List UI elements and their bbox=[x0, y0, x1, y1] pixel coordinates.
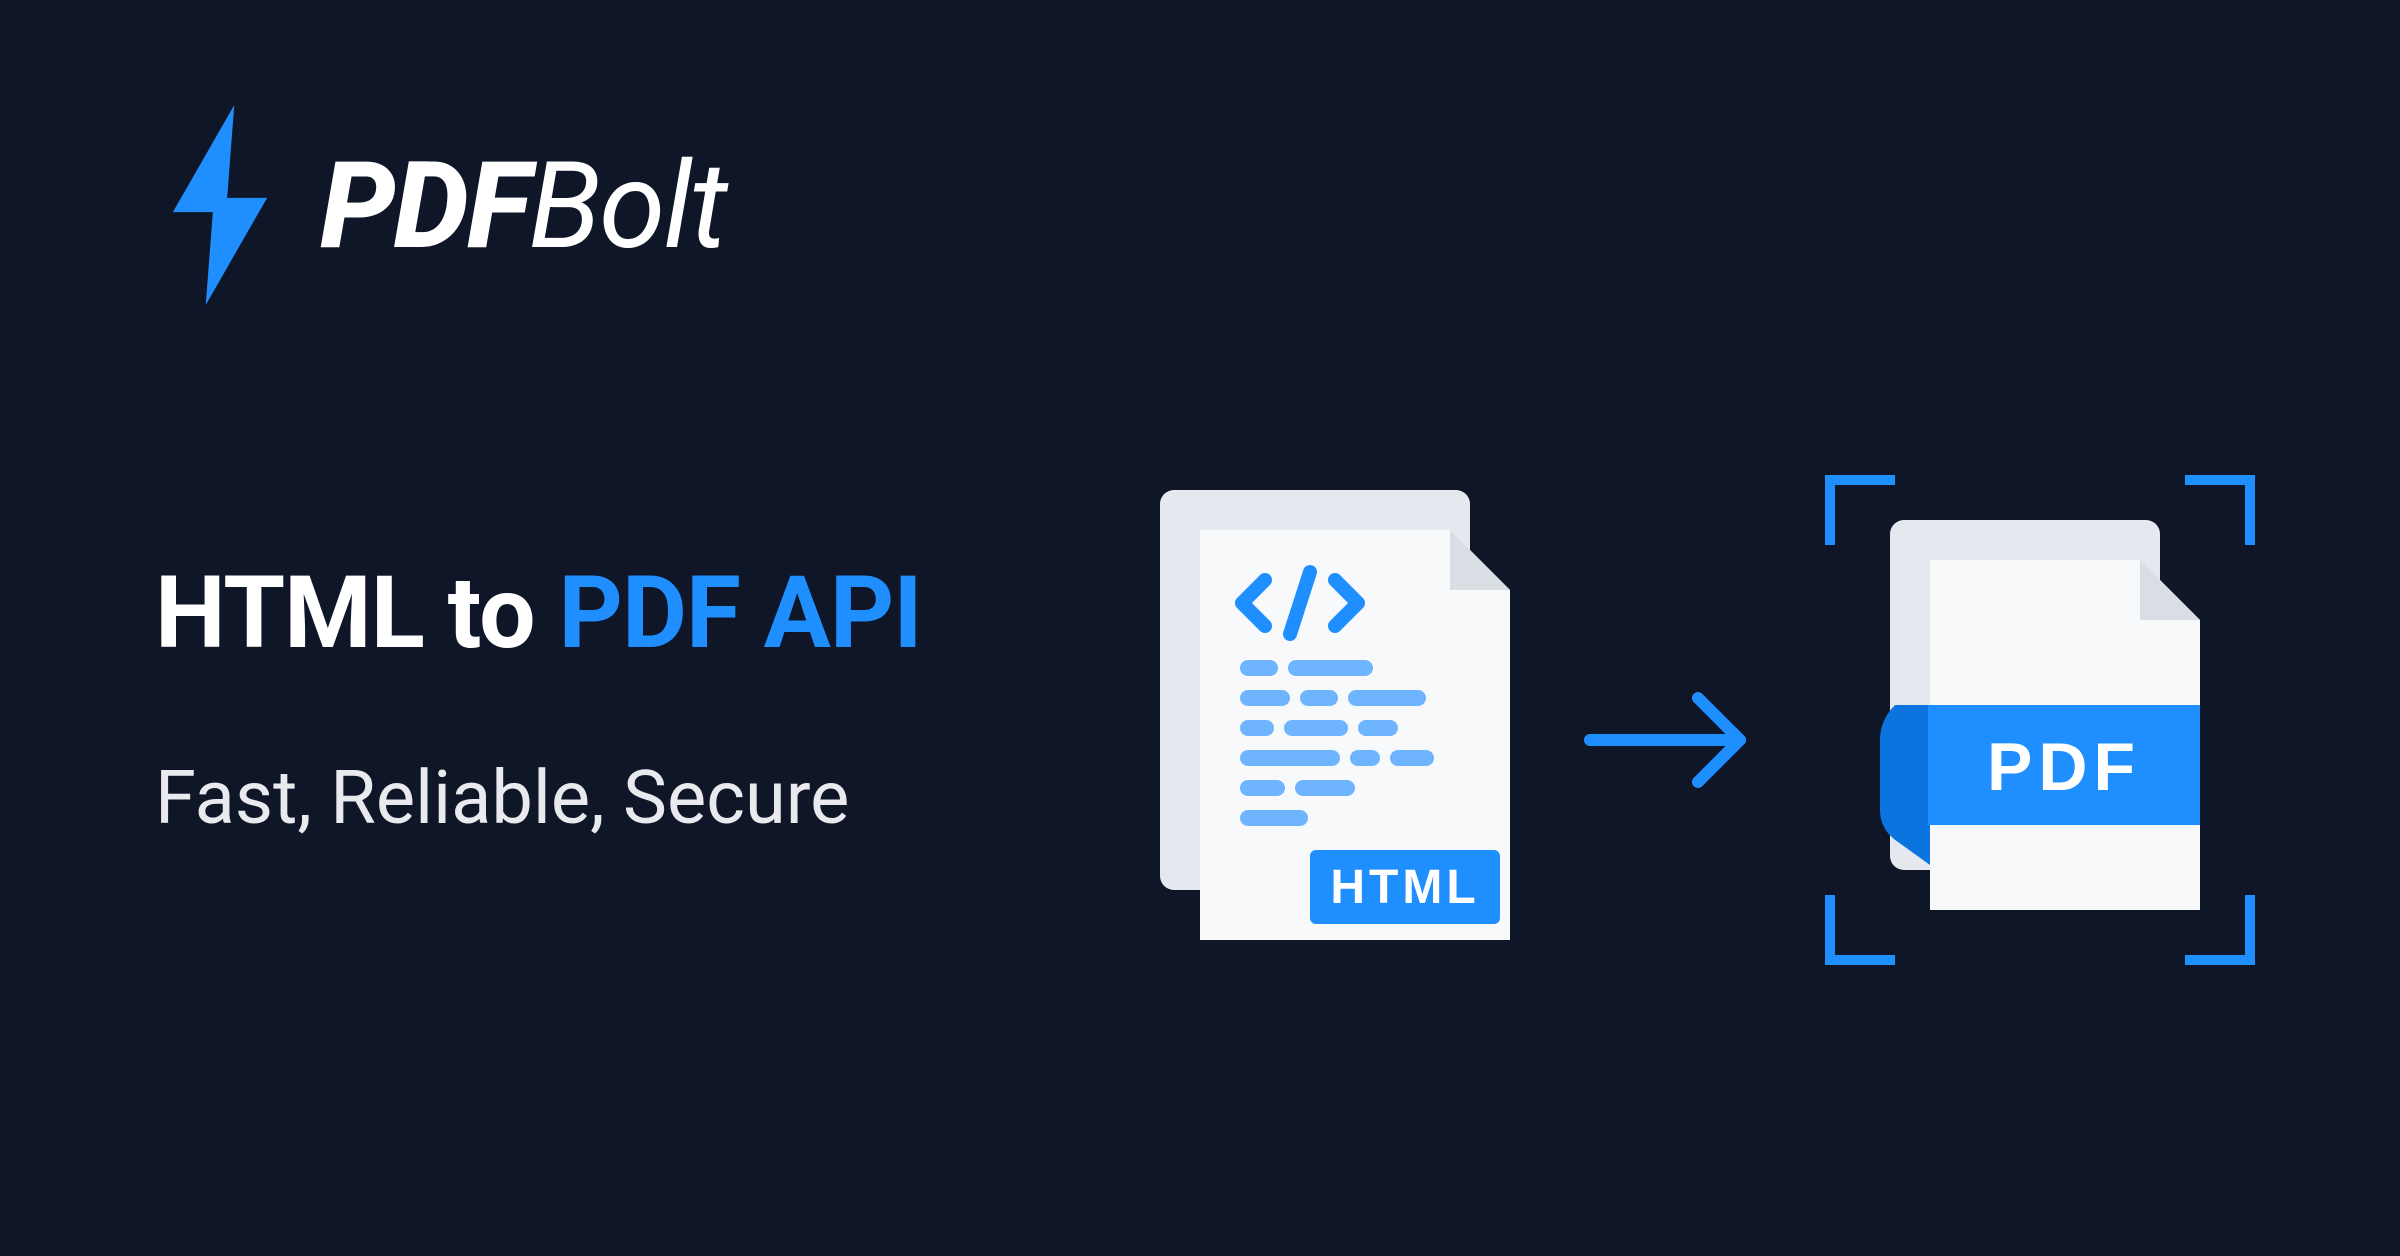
svg-text:PDF: PDF bbox=[1987, 729, 2141, 805]
brand-name-light: Bolt bbox=[529, 137, 726, 277]
headline-accent: PDF API bbox=[559, 555, 922, 672]
headline: HTML to PDF API bbox=[155, 555, 922, 672]
headline-part1: HTML to bbox=[155, 555, 559, 672]
pdf-file-icon: PDF bbox=[1820, 470, 2260, 974]
arrow-right-icon bbox=[1580, 680, 1760, 804]
html-file-icon: HTML bbox=[1160, 490, 1520, 954]
brand-name: PDFBolt bbox=[320, 137, 726, 277]
subline: Fast, Reliable, Secure bbox=[155, 755, 849, 842]
conversion-graphic: HTML bbox=[1160, 470, 2260, 974]
svg-text:HTML: HTML bbox=[1330, 861, 1479, 914]
brand-name-bold: PDF bbox=[320, 137, 529, 277]
brand-logo: PDFBolt bbox=[155, 105, 726, 309]
bolt-icon bbox=[155, 105, 285, 309]
